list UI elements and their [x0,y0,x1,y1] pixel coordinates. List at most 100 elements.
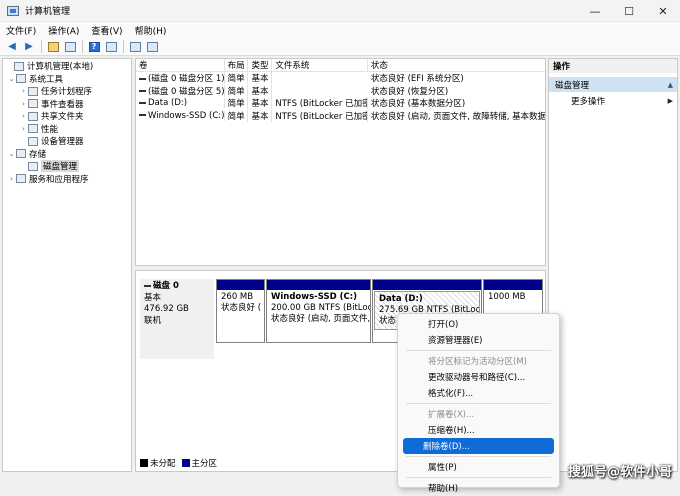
menu-help[interactable]: 帮助(H) [135,24,167,37]
chevron-right-icon[interactable]: › [19,112,28,120]
column-header-status[interactable]: 状态 [368,59,545,71]
chevron-right-icon[interactable]: › [19,87,28,95]
forward-arrow-icon[interactable]: ▶ [21,39,37,55]
tree-item-label: 存储 [29,149,47,160]
volume-icon [139,114,146,117]
navigation-tree: 计算机管理(本地) ⌄ 系统工具 › 任务计划程序 › 事件查看器 › 共享文件… [2,58,132,472]
table-cell: 状态良好 (恢复分区) [370,86,449,97]
more-actions[interactable]: 更多操作 [549,94,677,108]
disk-status: 联机 [144,315,162,326]
context-menu: 打开(O) 资源管理器(E) 将分区标记为活动分区(M) 更改驱动器号和路径(C… [397,313,560,494]
menu-item-delete-volume[interactable]: 删除卷(D)... [403,438,554,454]
menu-item-shrink-volume[interactable]: 压缩卷(H)... [403,422,554,438]
tree-item-performance[interactable]: › 性能 [3,123,131,136]
menu-item-extend-volume: 扩展卷(X)... [428,410,475,420]
legend: 未分配 主分区 [138,457,217,469]
partition-bar [217,280,264,290]
chevron-right-icon[interactable]: › [19,125,28,133]
performance-icon [28,124,38,134]
tree-item-services-applications[interactable]: › 服务和应用程序 [3,173,131,186]
menu-file[interactable]: 文件(F) [6,24,36,37]
menu-bar: 文件(F) 操作(A) 查看(V) 帮助(H) [0,22,680,38]
legend-primary: 主分区 [191,459,218,469]
table-row[interactable]: (磁盘 0 磁盘分区 1) 简单 基本 状态良好 (EFI 系统分区) [136,72,545,85]
partition-bar [484,280,542,290]
tree-item-label: 设备管理器 [41,137,84,148]
toolbar-separator [123,40,124,53]
partition-efi[interactable]: 260 MB 状态良好 ( [216,279,265,343]
connect-icon[interactable] [127,39,143,55]
column-header-filesystem[interactable]: 文件系统 [272,59,368,71]
table-cell: 状态良好 (EFI 系统分区) [370,74,464,85]
menu-separator [406,477,551,478]
table-cell: (磁盘 0 磁盘分区 5) [148,86,225,97]
tree-item-system-tools[interactable]: ⌄ 系统工具 [3,73,131,86]
window-controls: — ☐ ✕ [578,0,680,22]
table-cell: 基本 [248,72,273,85]
menu-action[interactable]: 操作(A) [48,24,79,37]
column-header-type[interactable]: 类型 [248,59,273,71]
column-header-layout[interactable]: 布局 [225,59,249,71]
partition-name: Windows-SSD (C:) [271,292,357,302]
tree-item-disk-management[interactable]: 磁盘管理 [3,160,131,173]
table-cell: 基本 [248,109,273,122]
menu-view[interactable]: 查看(V) [91,24,122,37]
toolbar-separator [82,40,83,53]
tree-item-task-scheduler[interactable]: › 任务计划程序 [3,85,131,98]
show-hide-tree-icon[interactable] [62,39,78,55]
menu-item-open[interactable]: 打开(O) [403,316,554,332]
partition-windows-ssd[interactable]: Windows-SSD (C:) 200.00 GB NTFS (BitLock… [266,279,371,343]
legend-unallocated: 未分配 [150,459,176,469]
disk-management-icon [28,161,38,171]
properties-icon[interactable] [103,39,119,55]
volume-list: 卷 布局 类型 文件系统 状态 (磁盘 0 磁盘分区 1) 简单 基本 状态良好… [135,58,546,266]
volume-icon [139,90,146,93]
minimize-button[interactable]: — [578,0,612,22]
table-cell: Data (D:) [148,98,188,109]
view-icon[interactable] [144,39,160,55]
table-row[interactable]: (磁盘 0 磁盘分区 5) 简单 基本 状态良好 (恢复分区) [136,84,545,98]
chevron-down-icon[interactable]: ⌄ [7,75,16,83]
menu-item-properties[interactable]: 属性(P) [403,459,554,475]
window-title: 计算机管理 [25,7,71,17]
actions-header: 操作 [549,59,677,73]
chevron-right-icon[interactable]: › [7,175,16,183]
partition-status: 状态良好 (启动, 页面文件, [271,314,370,324]
tree-item-label: 性能 [41,124,59,135]
table-cell: 简单 [225,84,249,97]
up-folder-icon[interactable] [45,39,61,55]
maximize-button[interactable]: ☐ [612,0,646,22]
tools-icon [16,74,26,84]
back-arrow-icon[interactable]: ◀ [4,39,20,55]
close-button[interactable]: ✕ [646,0,680,22]
partition-size: 200.00 GB NTFS (BitLocke [271,303,370,313]
device-manager-icon [28,136,38,146]
tree-item-computer-management[interactable]: 计算机管理(本地) [3,60,131,73]
chevron-right-icon[interactable]: › [19,100,28,108]
actions-section-disk-management[interactable]: 磁盘管理 [549,77,677,92]
help-icon[interactable]: ? [86,39,102,55]
menu-item-explorer[interactable]: 资源管理器(E) [403,332,554,348]
menu-item-help[interactable]: 帮助(H) [403,480,554,496]
volume-list-header: 卷 布局 类型 文件系统 状态 [136,59,545,72]
tree-item-storage[interactable]: ⌄ 存储 [3,148,131,161]
menu-item-mark-active: 将分区标记为活动分区(M) [428,357,527,367]
menu-item-change-drive-letter[interactable]: 更改驱动器号和路径(C)... [403,369,554,385]
table-cell: 状态良好 (基本数据分区) [370,99,466,110]
menu-item-format[interactable]: 格式化(F)... [403,385,554,401]
tree-item-event-viewer[interactable]: › 事件查看器 [3,98,131,111]
tree-item-label: 任务计划程序 [41,87,93,98]
tree-item-label: 系统工具 [29,74,64,85]
volume-icon [139,101,146,104]
toolbar: ◀ ▶ ? [0,38,680,56]
tree-item-shared-folders[interactable]: › 共享文件夹 [3,110,131,123]
storage-icon [16,149,26,159]
chevron-down-icon[interactable]: ⌄ [7,150,16,158]
menu-separator [406,403,551,404]
disk-info[interactable]: 磁盘 0 基本 476.92 GB 联机 [140,279,214,359]
tree-item-device-manager[interactable]: 设备管理器 [3,135,131,148]
column-header-volume[interactable]: 卷 [136,59,225,71]
table-row[interactable]: Windows-SSD (C:) 简单 基本 NTFS (BitLocker 已… [136,109,545,123]
table-cell: (磁盘 0 磁盘分区 1) [148,74,225,85]
table-row[interactable]: Data (D:) 简单 基本 NTFS (BitLocker 已加密) 状态良… [136,97,545,110]
